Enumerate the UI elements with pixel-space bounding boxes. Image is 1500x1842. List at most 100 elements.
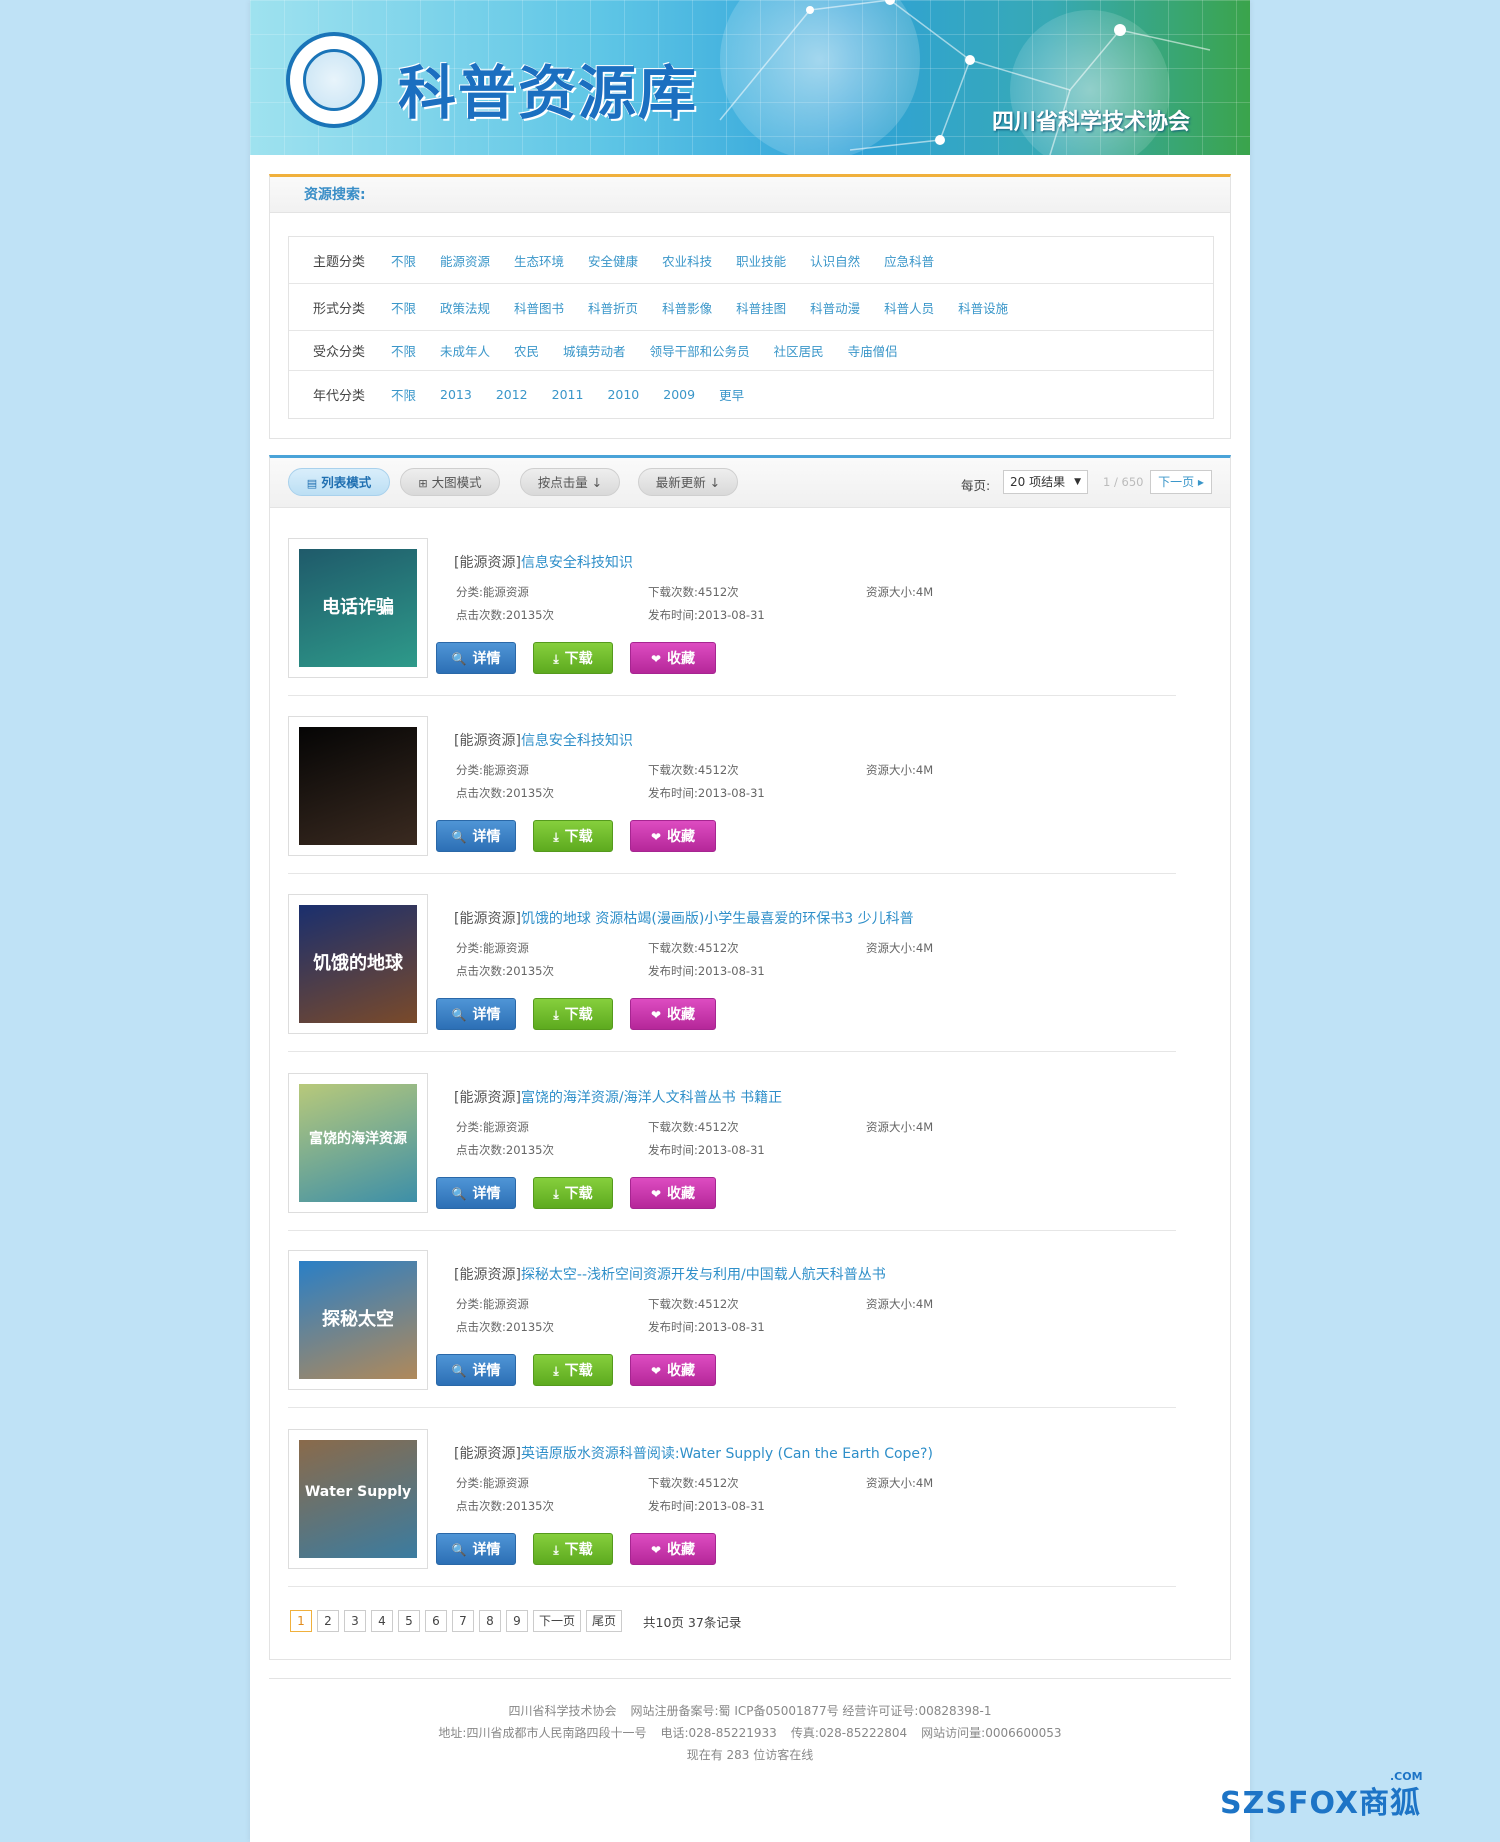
resource-title-link[interactable]: 探秘太空--浅析空间资源开发与利用/中国载人航天科普丛书	[521, 1267, 886, 1283]
resource-thumbnail[interactable]: 富饶的海洋资源	[299, 1084, 417, 1202]
favorite-button[interactable]: ❤ 收藏	[630, 998, 716, 1030]
resource-thumbnail-frame[interactable]: Water Supply	[288, 1429, 428, 1569]
favorite-button[interactable]: ❤ 收藏	[630, 820, 716, 852]
pager-next-button[interactable]: 下一页	[533, 1610, 582, 1632]
filter-option[interactable]: 城镇劳动者	[563, 341, 626, 360]
resource-thumbnail-frame[interactable]	[288, 716, 428, 856]
org-name: 四川省科学技术协会	[992, 109, 1191, 135]
filter-option[interactable]: 生态环境	[514, 251, 564, 270]
filter-option[interactable]: 不限	[391, 385, 416, 404]
filter-option[interactable]: 安全健康	[588, 251, 638, 270]
sort-by-clicks-button[interactable]: 按点击量 ↓	[520, 468, 620, 496]
filter-option[interactable]: 2011	[552, 387, 584, 402]
resource-title[interactable]: [能源资源]饥饿的地球 资源枯竭(漫画版)小学生最喜爱的环保书3 少儿科普	[454, 908, 914, 928]
download-button[interactable]: ⤓ 下载	[533, 1533, 613, 1565]
meta-date: 发布时间:2013-08-31	[648, 1143, 765, 1157]
favorite-button[interactable]: ❤ 收藏	[630, 1177, 716, 1209]
filter-option[interactable]: 政策法规	[440, 298, 490, 317]
favorite-button[interactable]: ❤ 收藏	[630, 642, 716, 674]
page-number[interactable]: 2	[317, 1610, 339, 1632]
resource-thumbnail-frame[interactable]: 饥饿的地球	[288, 894, 428, 1034]
grid-mode-button[interactable]: ⊞ 大图模式	[400, 468, 500, 496]
page-number[interactable]: 1	[290, 1610, 312, 1632]
page-number[interactable]: 3	[344, 1610, 366, 1632]
favorite-button[interactable]: ❤ 收藏	[630, 1533, 716, 1565]
download-button[interactable]: ⤓ 下载	[533, 1354, 613, 1386]
results-panel: ▤ 列表模式 ⊞ 大图模式 按点击量 ↓ 最新更新 ↓ 每页: 20 项结果 ▼ 1…	[269, 455, 1231, 1660]
cast-logo[interactable]	[286, 32, 382, 128]
filter-option[interactable]: 社区居民	[774, 341, 824, 360]
resource-title[interactable]: [能源资源]探秘太空--浅析空间资源开发与利用/中国载人航天科普丛书	[454, 1264, 886, 1284]
next-page-button[interactable]: 下一页 ▸	[1150, 470, 1212, 494]
filter-option[interactable]: 不限	[391, 251, 416, 270]
filter-option[interactable]: 农业科技	[662, 251, 712, 270]
filter-option[interactable]: 寺庙僧侣	[848, 341, 898, 360]
filter-option[interactable]: 职业技能	[736, 251, 786, 270]
per-page-select[interactable]: 20 项结果 ▼	[1003, 470, 1088, 494]
page-number[interactable]: 5	[398, 1610, 420, 1632]
filter-option[interactable]: 认识自然	[810, 251, 860, 270]
site-title: 科普资源库	[398, 59, 699, 127]
detail-button[interactable]: 🔍 详情	[436, 998, 516, 1030]
resource-title[interactable]: [能源资源]信息安全科技知识	[454, 552, 633, 572]
detail-button[interactable]: 🔍 详情	[436, 1533, 516, 1565]
filter-option[interactable]: 2010	[607, 387, 639, 402]
resource-thumbnail-frame[interactable]: 探秘太空	[288, 1250, 428, 1390]
resource-thumbnail[interactable]: 饥饿的地球	[299, 905, 417, 1023]
filter-option[interactable]: 农民	[514, 341, 539, 360]
filter-option[interactable]: 科普挂图	[736, 298, 786, 317]
page-number[interactable]: 9	[506, 1610, 528, 1632]
resource-title-link[interactable]: 信息安全科技知识	[521, 733, 633, 749]
page-number[interactable]: 8	[479, 1610, 501, 1632]
resource-title-link[interactable]: 英语原版水资源科普阅读:Water Supply (Can the Earth …	[521, 1446, 933, 1462]
page-number[interactable]: 7	[452, 1610, 474, 1632]
filter-option[interactable]: 不限	[391, 341, 416, 360]
detail-button[interactable]: 🔍 详情	[436, 642, 516, 674]
filter-option[interactable]: 科普设施	[958, 298, 1008, 317]
page-number[interactable]: 4	[371, 1610, 393, 1632]
filter-option[interactable]: 科普影像	[662, 298, 712, 317]
resource-thumbnail-frame[interactable]: 电话诈骗	[288, 538, 428, 678]
download-button[interactable]: ⤓ 下载	[533, 820, 613, 852]
resource-title-link[interactable]: 富饶的海洋资源/海洋人文科普丛书 书籍正	[521, 1090, 782, 1106]
filter-option[interactable]: 2009	[663, 387, 695, 402]
filter-option[interactable]: 2012	[496, 387, 528, 402]
resource-thumbnail[interactable]: Water Supply	[299, 1440, 417, 1558]
favorite-button[interactable]: ❤ 收藏	[630, 1354, 716, 1386]
filter-option[interactable]: 能源资源	[440, 251, 490, 270]
resource-thumbnail-frame[interactable]: 富饶的海洋资源	[288, 1073, 428, 1213]
filter-option[interactable]: 应急科普	[884, 251, 934, 270]
filter-option[interactable]: 2013	[440, 387, 472, 402]
filter-options: 不限 政策法规 科普图书 科普折页 科普影像 科普挂图 科普动漫 科普人员 科普设施	[375, 298, 1032, 317]
resource-thumbnail[interactable]: 电话诈骗	[299, 549, 417, 667]
list-mode-button[interactable]: ▤ 列表模式	[288, 468, 390, 496]
list-mode-label: 列表模式	[321, 475, 372, 490]
resource-thumbnail[interactable]: 探秘太空	[299, 1261, 417, 1379]
search-icon: 🔍	[451, 1543, 467, 1557]
resource-title[interactable]: [能源资源]富饶的海洋资源/海洋人文科普丛书 书籍正	[454, 1087, 782, 1107]
filter-option[interactable]: 未成年人	[440, 341, 490, 360]
sort-by-latest-button[interactable]: 最新更新 ↓	[638, 468, 738, 496]
download-button[interactable]: ⤓ 下载	[533, 1177, 613, 1209]
detail-button[interactable]: 🔍 详情	[436, 1354, 516, 1386]
detail-button[interactable]: 🔍 详情	[436, 820, 516, 852]
resource-title[interactable]: [能源资源]信息安全科技知识	[454, 730, 633, 750]
filter-option[interactable]: 不限	[391, 298, 416, 317]
filter-option[interactable]: 更早	[719, 385, 744, 404]
meta-date: 发布时间:2013-08-31	[648, 786, 765, 800]
filter-option[interactable]: 科普折页	[588, 298, 638, 317]
resource-title-link[interactable]: 信息安全科技知识	[521, 555, 633, 571]
filter-option[interactable]: 科普动漫	[810, 298, 860, 317]
page-number[interactable]: 6	[425, 1610, 447, 1632]
download-button[interactable]: ⤓ 下载	[533, 998, 613, 1030]
resource-title-link[interactable]: 饥饿的地球 资源枯竭(漫画版)小学生最喜爱的环保书3 少儿科普	[521, 911, 914, 927]
download-button[interactable]: ⤓ 下载	[533, 642, 613, 674]
resource-title[interactable]: [能源资源]英语原版水资源科普阅读:Water Supply (Can the …	[454, 1443, 933, 1463]
heart-icon: ❤	[650, 1364, 662, 1378]
filter-option[interactable]: 科普人员	[884, 298, 934, 317]
resource-thumbnail[interactable]	[299, 727, 417, 845]
pager-last-button[interactable]: 尾页	[586, 1610, 623, 1632]
detail-button[interactable]: 🔍 详情	[436, 1177, 516, 1209]
filter-option[interactable]: 科普图书	[514, 298, 564, 317]
filter-option[interactable]: 领导干部和公务员	[650, 341, 750, 360]
